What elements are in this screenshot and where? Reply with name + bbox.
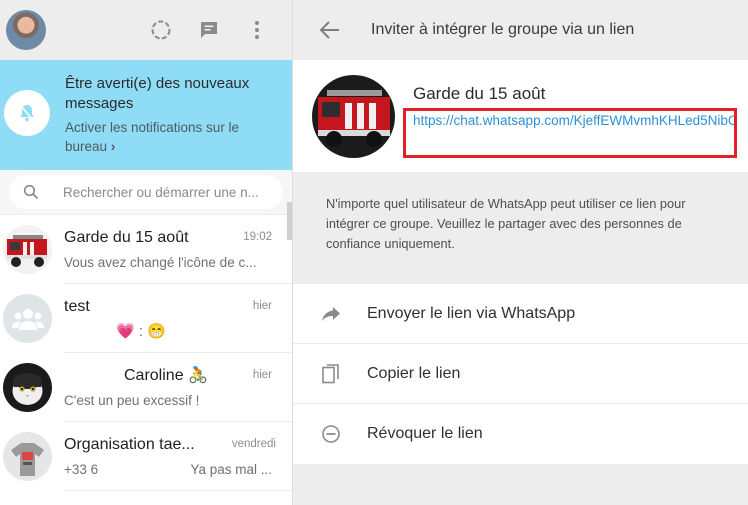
copy-link-label: Copier le lien: [367, 364, 461, 382]
notification-subtitle[interactable]: Activer les notifications sur le bureau …: [65, 118, 280, 156]
send-link-button[interactable]: Envoyer le lien via WhatsApp: [293, 284, 748, 344]
group-avatar: [312, 74, 395, 158]
revoke-link-button[interactable]: Révoquer le lien: [293, 404, 748, 464]
invite-link[interactable]: https://chat.whatsapp.com/KjeffEWMvmhKHL…: [413, 111, 738, 131]
chevron-right-icon: ›: [110, 139, 116, 154]
chat-item-garde[interactable]: Garde du 15 août 19:02 Vous avez changé …: [0, 215, 292, 284]
search-box: [9, 175, 283, 209]
chat-time: hier: [252, 300, 272, 312]
chat-body: test hier 💗 : 😁: [64, 284, 292, 353]
group-info: Garde du 15 août https://chat.whatsapp.c…: [413, 84, 738, 131]
menu-icon[interactable]: [244, 17, 270, 43]
chat-last-message: +33 6 Ya pas mal ...: [64, 461, 272, 478]
search-icon: [23, 184, 39, 200]
profile-avatar[interactable]: [6, 10, 46, 50]
chat-name: Organisation tae...: [64, 436, 195, 453]
chat-name: Caroline 🚴: [124, 367, 208, 384]
notification-title: Être averti(e) des nouveaux messages: [65, 75, 250, 112]
chat-body: Garde du 15 août 19:02 Vous avez changé …: [64, 215, 292, 284]
search-bar: [0, 170, 292, 215]
chat-list: Garde du 15 août 19:02 Vous avez changé …: [0, 202, 292, 491]
new-chat-icon[interactable]: [196, 17, 222, 43]
right-header: Inviter à intégrer le groupe via un lien: [293, 0, 748, 60]
cat-avatar: [3, 363, 52, 412]
bell-off-icon: [4, 90, 50, 136]
chat-item-caroline[interactable]: Caroline 🚴 hier C'est un peu excessif !: [0, 353, 292, 422]
grey-shirt-avatar: [3, 432, 52, 481]
chat-time: vendredi: [231, 438, 276, 450]
revoke-icon: [319, 422, 343, 446]
chat-body: Organisation tae... vendredi +33 6 Ya pa…: [64, 422, 292, 491]
chat-time: hier: [252, 369, 272, 381]
group-placeholder-avatar: [3, 294, 52, 343]
link-actions: Envoyer le lien via WhatsApp Copier le l…: [293, 284, 748, 464]
share-arrow-icon: [319, 302, 343, 326]
whatsapp-web-app: Être averti(e) des nouveaux messages Act…: [0, 0, 748, 505]
chat-last-message-text: Ya pas mal ...: [190, 462, 272, 477]
chat-name: test: [64, 298, 90, 315]
chat-last-message: 💗 : 😁: [116, 323, 166, 340]
search-input[interactable]: [63, 184, 263, 200]
page-title: Inviter à intégrer le groupe via un lien: [371, 21, 635, 38]
send-link-label: Envoyer le lien via WhatsApp: [367, 304, 576, 322]
group-name: Garde du 15 août: [413, 83, 546, 103]
chat-list-scrollbar[interactable]: [287, 202, 292, 240]
copy-link-button[interactable]: Copier le lien: [293, 344, 748, 404]
copy-icon: [319, 362, 343, 386]
notification-banner[interactable]: Être averti(e) des nouveaux messages Act…: [0, 60, 292, 170]
notification-text: Être averti(e) des nouveaux messages Act…: [65, 74, 280, 170]
chat-time: 19:02: [243, 231, 272, 243]
chat-last-message: Vous avez changé l'icône de c...: [64, 255, 257, 270]
back-arrow-icon[interactable]: [317, 17, 343, 43]
chat-list-panel: Être averti(e) des nouveaux messages Act…: [0, 0, 293, 505]
notification-subtitle-text: Activer les notifications sur le bureau: [65, 120, 240, 154]
status-icon[interactable]: [148, 17, 174, 43]
chat-sender: +33 6: [64, 462, 99, 477]
chat-last-message: C'est un peu excessif !: [64, 393, 200, 408]
invite-description: N'importe quel utilisateur de WhatsApp p…: [326, 196, 686, 251]
chat-item-test[interactable]: test hier 💗 : 😁: [0, 284, 292, 353]
header-actions: [148, 17, 284, 43]
invite-link-panel: Inviter à intégrer le groupe via un lien…: [293, 0, 748, 505]
left-header: [0, 0, 292, 60]
chat-name: Garde du 15 août: [64, 229, 189, 246]
group-card: Garde du 15 août https://chat.whatsapp.c…: [293, 60, 748, 172]
chat-item-organisation[interactable]: Organisation tae... vendredi +33 6 Ya pa…: [0, 422, 292, 491]
revoke-link-label: Révoquer le lien: [367, 425, 483, 442]
fire-truck-avatar: [3, 225, 52, 274]
chat-body: Caroline 🚴 hier C'est un peu excessif !: [64, 353, 292, 422]
